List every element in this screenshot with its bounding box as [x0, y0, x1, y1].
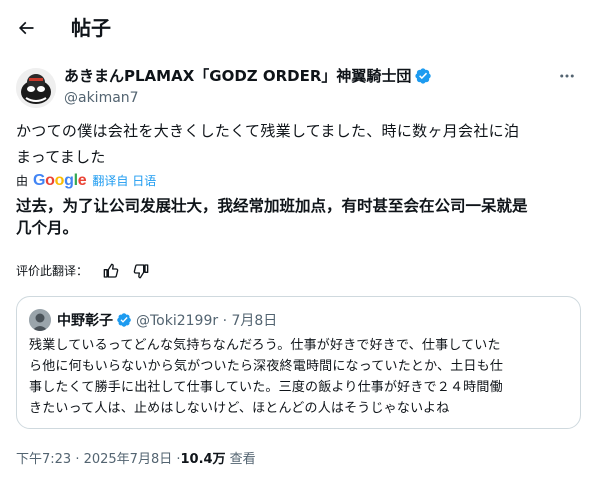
verified-badge-icon	[117, 313, 131, 327]
translate-source-link[interactable]: 翻译自 日语	[92, 172, 156, 190]
quoted-text-line: きたいって人は、止めはしないけど、ほとんどの人はそうじゃないよね	[29, 401, 450, 416]
translated-text: 过去，为了让公司发展壮大，我经常加班加点，有时甚至会在公司一呆就是 几个月。	[16, 195, 581, 239]
more-button[interactable]	[555, 66, 579, 86]
rate-translation-label: 评价此翻译：	[16, 264, 89, 278]
quoted-post[interactable]: 中野彰子 @Toki2199r · 7月8日 残業しているってどんな気持ちなんだ…	[16, 296, 581, 429]
post-text-line: かつての僕は会社を大きくしたくて残業してました、時に数ヶ月会社に泊	[16, 122, 520, 140]
quoted-text-line: 残業しているってどんな気持ちなんだろう。仕事が好きで好きで、仕事していた	[29, 338, 501, 353]
thumbs-up-icon	[103, 263, 119, 278]
quoted-author-name: 中野彰子	[57, 313, 113, 329]
google-logo: Google	[33, 172, 87, 189]
verified-badge-icon	[415, 68, 432, 84]
quoted-post-text: 残業しているってどんな気持ちなんだろう。仕事が好きで好きで、仕事していた ら他に…	[29, 335, 569, 419]
quoted-text-line: 事したくて勝手に出社して仕事していた。三度の飯より仕事が好きで２４時間働	[29, 380, 503, 395]
quoted-avatar-image	[29, 309, 51, 331]
post-text: かつての僕は会社を大きくしたくて残業してました、時に数ヶ月会社に泊 まってました	[16, 118, 581, 170]
post-metadata: 下午7:23 · 2025年7月8日 · 10.4万 查看	[16, 448, 256, 467]
arrow-left-icon	[18, 21, 34, 35]
quoted-avatar	[29, 309, 51, 331]
thumbs-down-icon	[133, 264, 149, 279]
page-title: 帖子	[71, 16, 111, 40]
quoted-post-header: 中野彰子 @Toki2199r · 7月8日	[29, 309, 277, 331]
translated-text-line: 过去，为了让公司发展壮大，我经常加班加点，有时甚至会在公司一呆就是	[16, 197, 528, 215]
avatar-image	[16, 68, 56, 108]
translate-by-label: 由	[16, 174, 29, 188]
post-text-line: まってました	[16, 148, 106, 166]
translation-attribution: 由 Google 翻译自 日语	[16, 172, 156, 190]
author-handle[interactable]: @akiman7	[64, 88, 139, 108]
thumbs-down-button[interactable]	[132, 262, 150, 280]
top-bar: 帖子	[0, 0, 595, 56]
avatar[interactable]	[16, 68, 56, 108]
post-timestamp[interactable]: 下午7:23 · 2025年7月8日 ·	[16, 448, 180, 467]
post-author: あきまんPLAMAX「GODZ ORDER」神翼騎士団 @akiman7	[16, 64, 579, 112]
author-name[interactable]: あきまんPLAMAX「GODZ ORDER」神翼騎士団	[64, 66, 411, 86]
views-count: 10.4万	[180, 452, 226, 467]
back-button[interactable]	[12, 14, 40, 42]
quoted-handle-date: @Toki2199r · 7月8日	[136, 313, 278, 329]
rate-translation: 评价此翻译：	[16, 262, 150, 280]
views-label: 查看	[229, 452, 256, 467]
translated-text-line: 几个月。	[16, 219, 79, 237]
more-horizontal-icon	[560, 74, 574, 78]
thumbs-up-button[interactable]	[102, 262, 120, 280]
quoted-text-line: ら他に何もいらないから気がついたら深夜終電時間になっていたとか、土日も仕	[29, 359, 504, 374]
